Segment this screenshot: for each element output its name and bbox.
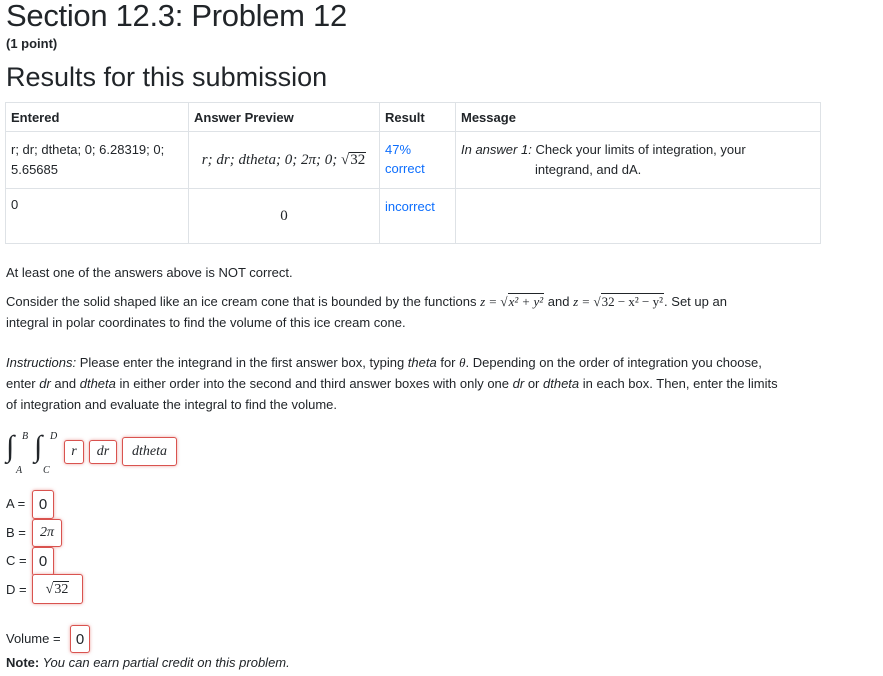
problem-statement: Consider the solid shaped like an ice cr… (6, 291, 826, 333)
upper-limit-outer: B (22, 431, 29, 442)
function-2: z = √32 − x² − y² (573, 293, 665, 309)
limit-c-label: C = (6, 553, 27, 568)
sqrt-symbol: √32 − x² − y² (593, 293, 665, 309)
status-message: At least one of the answers above is NOT… (6, 265, 293, 280)
integrand-answer-box[interactable]: r (64, 440, 84, 464)
integral-sign-outer: ∫ (6, 430, 15, 463)
entered-text-line: 5.65685 (11, 162, 58, 177)
result-cell: incorrect (379, 188, 456, 244)
sqrt-symbol: √32 (45, 580, 70, 597)
table-row: 0 0 incorrect (5, 188, 821, 244)
column-header-result: Result (379, 102, 456, 132)
message-cell: In answer 1: Check your limits of integr… (455, 131, 821, 189)
limit-d-radicand: 32 (53, 580, 70, 597)
instructions: Instructions: Please enter the integrand… (6, 355, 778, 412)
volume-input[interactable]: 0 (70, 625, 90, 653)
first-differential-answer-box[interactable]: dr (89, 440, 117, 464)
column-header-entered: Entered (5, 102, 189, 132)
preview-radicand: 32 (349, 151, 367, 168)
results-table: Entered Answer Preview Result Message r;… (5, 102, 821, 244)
result-cell: 47% correct (379, 131, 456, 189)
lower-limit-inner: C (43, 465, 50, 476)
limit-b-input[interactable]: 2π (32, 519, 62, 547)
message-text: Check your limits of integration, your (531, 142, 746, 157)
message-answer-ref: In answer 1: (461, 142, 532, 157)
limit-a-label: A = (6, 496, 26, 511)
entered-cell: r; dr; dtheta; 0; 6.28319; 0; 5.65685 (5, 131, 189, 189)
limit-b-label: B = (6, 525, 26, 540)
result-status: incorrect (385, 199, 435, 214)
limit-d-input[interactable]: √32 (32, 574, 83, 604)
table-row: r; dr; dtheta; 0; 6.28319; 0; 5.65685 r;… (5, 131, 821, 189)
page-title: Section 12.3: Problem 12 (6, 0, 347, 33)
sqrt-symbol: √32 (340, 151, 367, 168)
results-header-row: Entered Answer Preview Result Message (5, 102, 821, 132)
column-header-answer-preview: Answer Preview (188, 102, 380, 132)
answer-preview-cell: r; dr; dtheta; 0; 2π; 0; √32 (188, 131, 380, 189)
entered-text-line: r; dr; dtheta; 0; 6.28319; 0; (11, 142, 165, 157)
integral-sign-inner: ∫ (34, 430, 43, 463)
result-score: 47% (385, 142, 412, 157)
lower-limit-outer: A (16, 465, 23, 476)
message-text: integrand, and dA. (535, 162, 642, 177)
limit-a-input[interactable]: 0 (32, 490, 54, 519)
answer-preview-cell: 0 (188, 188, 380, 244)
partial-credit-note: Note: You can earn partial credit on thi… (6, 655, 290, 670)
volume-label: Volume = (6, 631, 61, 646)
message-cell (455, 188, 821, 244)
column-header-message: Message (455, 102, 821, 132)
second-differential-answer-box[interactable]: dtheta (122, 437, 177, 466)
problem-points: (1 point) (6, 36, 58, 51)
result-status: correct (385, 161, 425, 176)
results-heading: Results for this submission (6, 62, 328, 92)
limit-c-input[interactable]: 0 (32, 547, 54, 576)
function-1: z = √x² + y² (480, 293, 545, 309)
upper-limit-inner: D (50, 431, 58, 442)
entered-cell: 0 (5, 188, 189, 244)
sqrt-symbol: √x² + y² (500, 293, 545, 309)
preview-text: r; dr; dtheta; 0; 2π; 0; (201, 151, 341, 168)
limit-d-label: D = (6, 582, 27, 597)
